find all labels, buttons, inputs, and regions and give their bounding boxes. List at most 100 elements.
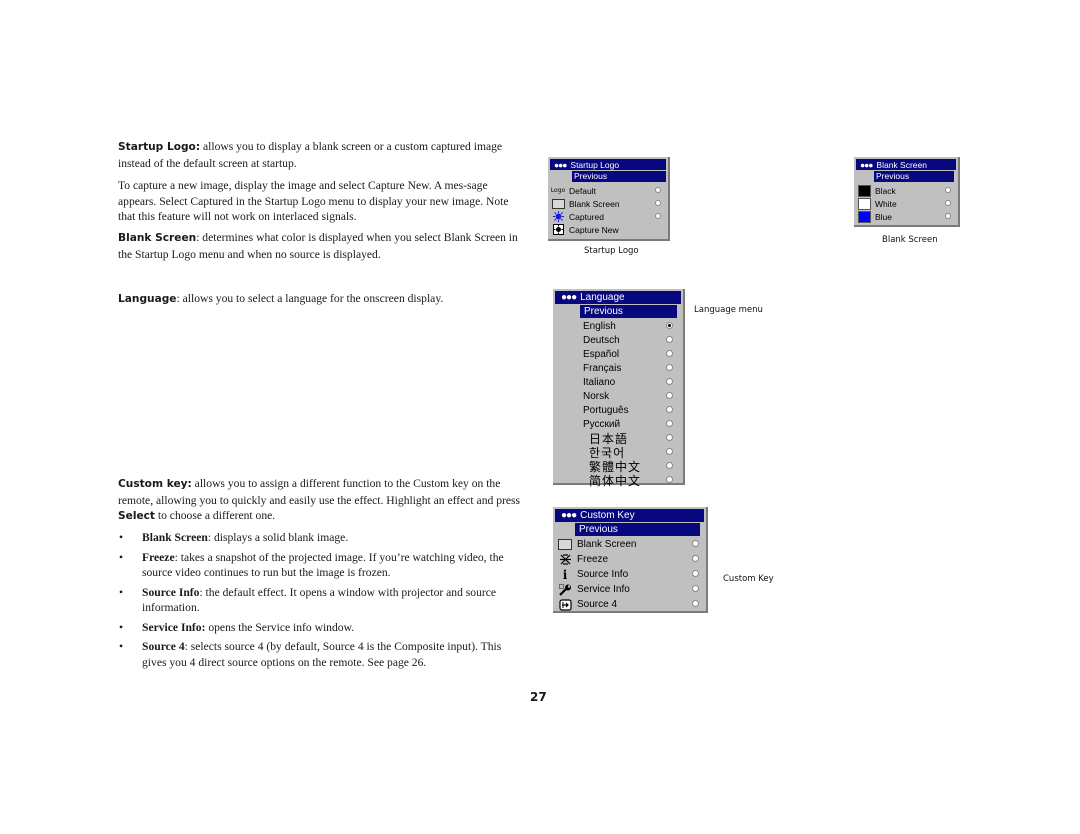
menu-title: Blank Screen (876, 159, 927, 170)
menu-item-blank-screen[interactable]: Blank Screen (548, 197, 668, 210)
radio-button[interactable] (692, 600, 699, 607)
menu-title: Language (580, 292, 625, 303)
menu-item-blank-screen[interactable]: Blank Screen (553, 537, 706, 552)
language-option[interactable]: Deutsch (553, 333, 683, 347)
radio-button[interactable] (692, 570, 699, 577)
menu-item-service-info[interactable]: Service Info (553, 582, 706, 597)
menu-item-capture-new[interactable]: Capture New (548, 223, 668, 236)
blank-screen-term: Blank Screen (118, 232, 197, 244)
menu-item-captured[interactable]: Captured (548, 210, 668, 223)
radio-button[interactable] (666, 448, 673, 455)
menu-item-label: Captured (569, 211, 604, 222)
language-option[interactable]: Português (553, 403, 683, 417)
startup-logo-paragraph: Startup Logo: allows you to display a bl… (118, 139, 528, 171)
bullet-icon: • (119, 620, 124, 634)
language-option[interactable]: Español (553, 347, 683, 361)
menu-dots-icon: ●●● (561, 292, 577, 303)
bullet-term: Source Info (142, 585, 200, 599)
freeze-icon (558, 554, 572, 565)
menu-item-blue[interactable]: Blue (854, 210, 958, 223)
captured-icon (551, 211, 565, 222)
radio-button[interactable] (666, 476, 673, 483)
language-option[interactable]: 简体中文 (553, 473, 683, 488)
menu-item-freeze[interactable]: Freeze (553, 552, 706, 567)
menu-item-black[interactable]: Black (854, 184, 958, 197)
capture-paragraph: To capture a new image, display the imag… (118, 179, 509, 223)
menu-item-source-info[interactable]: i Source Info (553, 567, 706, 582)
menu-item-label: White (875, 198, 897, 209)
radio-button[interactable] (666, 420, 673, 427)
menu-item-label: Source Info (577, 569, 629, 580)
menu-dots-icon: ●●● (561, 510, 577, 521)
menu-item-label: Blue (875, 211, 893, 222)
language-option[interactable]: Italiano (553, 375, 683, 389)
previous-item[interactable]: Previous (580, 305, 677, 318)
radio-button[interactable] (666, 378, 673, 385)
menu-title-bar: ●●● Startup Logo (550, 159, 666, 170)
radio-button[interactable] (666, 350, 673, 357)
radio-button[interactable] (655, 200, 661, 206)
radio-button[interactable] (666, 336, 673, 343)
bullet-item: • Blank Screen: displays a solid blank im… (118, 530, 528, 546)
previous-item[interactable]: Previous (572, 171, 666, 182)
menu-item-default[interactable]: Logo Default (548, 184, 668, 197)
menu-item-white[interactable]: White (854, 197, 958, 210)
radio-button[interactable] (655, 213, 661, 219)
radio-button[interactable] (692, 540, 699, 547)
radio-button[interactable] (692, 585, 699, 592)
bullet-item: • Source Info: the default effect. It ope… (118, 585, 528, 616)
radio-button[interactable] (945, 200, 951, 206)
menu-title: Custom Key (580, 510, 635, 521)
radio-button[interactable] (655, 187, 661, 193)
radio-button[interactable] (945, 213, 951, 219)
language-menu: ●●● Language Previous English Deutsch Españ… (553, 289, 685, 488)
previous-item[interactable]: Previous (575, 523, 700, 536)
menu-title-bar: ●●● Blank Screen (856, 159, 956, 170)
language-option-label: Español (583, 348, 620, 360)
blank-screen-icon (551, 198, 565, 209)
radio-button[interactable] (945, 187, 951, 193)
custom-key-bullet-list: • Blank Screen: displays a solid blank im… (118, 530, 528, 674)
custom-key-paragraph: Custom key: allows you to assign a diffe… (118, 476, 528, 525)
menu-dots-icon: ●●● (860, 159, 873, 170)
blank-screen-icon (558, 539, 572, 550)
language-option-label: Русский (583, 418, 621, 430)
language-option[interactable]: English (553, 319, 683, 333)
radio-button[interactable] (666, 406, 673, 413)
language-term: Language (118, 293, 177, 305)
blue-swatch-icon (857, 210, 871, 223)
menu-item-label: Black (875, 185, 896, 196)
language-option-label: Deutsch (583, 334, 620, 346)
blank-screen-paragraph: Blank Screen: determines what color is d… (118, 230, 528, 262)
wrench-icon (558, 583, 572, 596)
source-icon (558, 598, 572, 611)
select-term: Select (118, 510, 155, 522)
menu-item-label: Source 4 (577, 599, 618, 610)
language-option-label: Norsk (583, 390, 610, 402)
menu-item-label: Blank Screen (569, 198, 620, 209)
radio-button[interactable] (666, 322, 673, 329)
radio-button[interactable] (666, 364, 673, 371)
radio-button[interactable] (666, 392, 673, 399)
radio-button[interactable] (666, 434, 673, 441)
radio-button[interactable] (692, 555, 699, 562)
language-option-label: Français (583, 362, 622, 374)
custom-key-body2: to choose a different one. (154, 509, 276, 522)
startup-logo-caption: Startup Logo (584, 246, 639, 256)
menu-item-label: Blank Screen (577, 539, 637, 550)
menu-item-label: Default (569, 185, 596, 196)
bullet-body: : displays a solid blank image. (207, 531, 349, 544)
info-icon: i (562, 567, 568, 582)
language-option[interactable]: Norsk (553, 389, 683, 403)
language-option-label: 简体中文 (589, 473, 642, 488)
bullet-body: : selects source 4 (by default, Source 4… (142, 640, 502, 669)
radio-button[interactable] (666, 462, 673, 469)
menu-title-bar: ●●● Custom Key (555, 509, 704, 522)
language-option[interactable]: Français (553, 361, 683, 375)
black-swatch-icon (857, 184, 871, 197)
menu-item-source-4[interactable]: Source 4 (553, 597, 706, 612)
bullet-icon: • (119, 531, 124, 544)
blank-screen-menu: ●●● Blank Screen Previous Black White Blu… (854, 157, 960, 227)
language-option-label: English (583, 320, 616, 332)
previous-item[interactable]: Previous (874, 171, 954, 182)
